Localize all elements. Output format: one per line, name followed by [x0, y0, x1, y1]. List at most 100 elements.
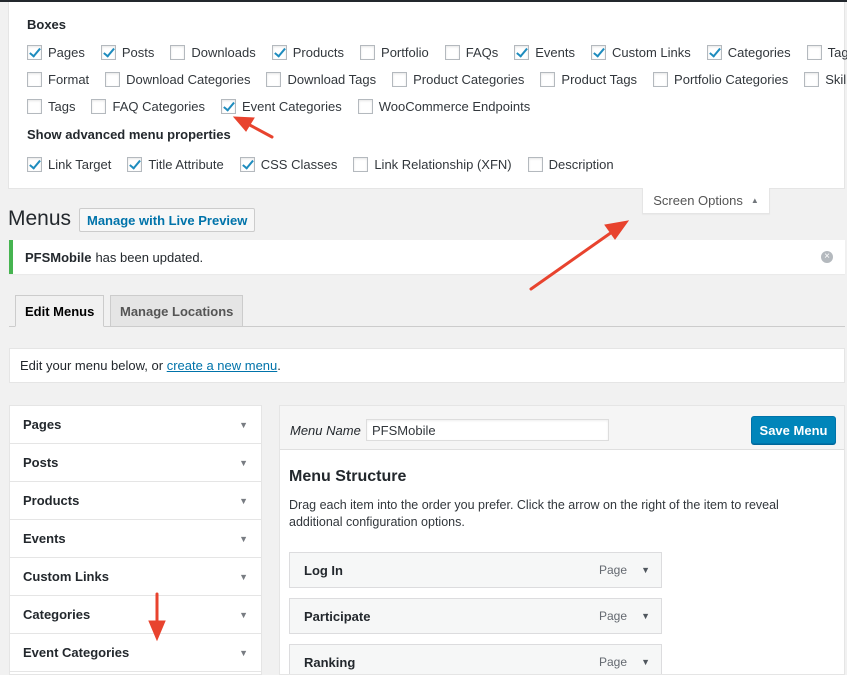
menu-editor-header: Menu Name PFSMobile Save Menu — [280, 406, 844, 450]
checkbox-product-categories[interactable] — [392, 72, 408, 87]
box-option-woocommerce-endpoints[interactable]: WooCommerce Endpoints — [357, 99, 530, 114]
checkbox-download-categories[interactable] — [105, 72, 121, 87]
box-option-custom-links[interactable]: Custom Links — [591, 45, 691, 60]
menu-editor: Menu Name PFSMobile Save Menu Menu Struc… — [279, 405, 845, 675]
caret-down-icon: ▼ — [239, 571, 248, 582]
accordion-pages[interactable]: Pages ▼ — [10, 406, 261, 444]
menu-structure-title: Menu Structure — [289, 468, 407, 485]
box-option-portfolio-categories[interactable]: Portfolio Categories — [653, 72, 788, 87]
add-menu-items-accordion: Pages ▼ Posts ▼ Products ▼ Events ▼ Custom L… — [9, 405, 262, 675]
screen-options-label: Screen Options — [653, 193, 743, 208]
adv-option-description[interactable]: Description — [527, 157, 614, 172]
caret-down-icon[interactable]: ▼ — [641, 611, 650, 621]
checkbox-categories[interactable] — [706, 45, 722, 60]
notice-message: has been updated. — [95, 249, 204, 265]
checkbox-product-tags[interactable] — [540, 72, 556, 87]
checkbox-tags-2[interactable] — [27, 99, 42, 114]
box-option-product-categories[interactable]: Product Categories — [392, 72, 524, 87]
box-option-format[interactable]: Format — [27, 72, 89, 87]
tab-manage-locations[interactable]: Manage Locations — [110, 295, 244, 327]
annotation-arrowhead-screen-options — [604, 220, 630, 240]
box-option-tags[interactable]: Tags — [806, 45, 847, 60]
checkbox-faq-categories[interactable] — [91, 99, 107, 114]
menu-name-label: Menu Name — [290, 423, 361, 438]
box-option-event-categories[interactable]: Event Categories — [220, 99, 342, 114]
box-option-portfolio[interactable]: Portfolio — [360, 45, 429, 60]
box-option-faqs[interactable]: FAQs — [444, 45, 498, 60]
caret-up-icon: ▲ — [750, 196, 759, 205]
checkbox-products[interactable] — [271, 45, 287, 60]
checkbox-tags[interactable] — [806, 45, 822, 60]
accordion-events[interactable]: Events ▼ — [10, 520, 261, 558]
accordion-custom-links[interactable]: Custom Links ▼ — [10, 558, 261, 596]
box-option-faq-categories[interactable]: FAQ Categories — [91, 99, 205, 114]
notice-menu-name: PFSMobile — [25, 249, 92, 265]
box-option-categories[interactable]: Categories — [706, 45, 791, 60]
checkbox-format[interactable] — [27, 72, 42, 87]
box-option-skills[interactable]: Skills — [804, 72, 847, 87]
caret-down-icon[interactable]: ▼ — [641, 657, 650, 667]
advanced-row: Link Target Title Attribute CSS Classes … — [27, 157, 630, 172]
box-option-download-tags[interactable]: Download Tags — [266, 72, 376, 87]
menu-name-input[interactable]: PFSMobile — [366, 419, 609, 441]
box-option-posts[interactable]: Posts — [100, 45, 154, 60]
checkbox-event-categories[interactable] — [220, 99, 236, 114]
screen-options-toggle[interactable]: Screen Options ▲ — [642, 188, 770, 214]
menu-item-title: Ranking — [304, 654, 356, 670]
checkbox-custom-links[interactable] — [591, 45, 606, 60]
adv-option-title-attribute[interactable]: Title Attribute — [127, 157, 224, 172]
caret-down-icon[interactable]: ▼ — [641, 565, 650, 575]
box-option-product-tags[interactable]: Product Tags — [540, 72, 637, 87]
box-option-events[interactable]: Events — [514, 45, 575, 60]
dismiss-icon[interactable]: × — [821, 251, 833, 263]
boxes-row-2: Format Download Categories Download Tags… — [27, 72, 847, 87]
tab-edit-menus[interactable]: Edit Menus — [15, 295, 105, 327]
checkbox-woocommerce-endpoints[interactable] — [357, 99, 373, 114]
checkbox-skills[interactable] — [804, 72, 820, 87]
page-title: Menus — [8, 207, 72, 230]
box-option-pages[interactable]: Pages — [27, 45, 85, 60]
save-menu-button[interactable]: Save Menu — [751, 416, 836, 444]
adv-option-link-target[interactable]: Link Target — [27, 157, 111, 172]
caret-down-icon: ▼ — [239, 647, 248, 658]
caret-down-icon: ▼ — [239, 419, 248, 430]
accordion-posts[interactable]: Posts ▼ — [10, 444, 261, 482]
adv-option-xfn[interactable]: Link Relationship (XFN) — [353, 157, 512, 172]
checkbox-description[interactable] — [527, 157, 543, 172]
accordion-products[interactable]: Products ▼ — [10, 482, 261, 520]
checkbox-events[interactable] — [514, 45, 530, 60]
updated-notice: PFSMobile has been updated. × — [9, 240, 845, 274]
checkbox-download-tags[interactable] — [266, 72, 282, 87]
checkbox-portfolio-categories[interactable] — [653, 72, 669, 87]
checkbox-pages[interactable] — [27, 45, 42, 60]
manage-text: Edit your menu below, or — [20, 358, 164, 373]
screen-options-panel: Boxes Pages Posts Downloads Products Por… — [8, 2, 847, 189]
box-option-downloads[interactable]: Downloads — [170, 45, 256, 60]
checkbox-link-target[interactable] — [27, 157, 42, 172]
checkbox-posts[interactable] — [100, 45, 116, 60]
manage-menus-box: Edit your menu below, or create a new me… — [9, 348, 845, 383]
checkbox-portfolio[interactable] — [360, 45, 376, 60]
box-option-products[interactable]: Products — [271, 45, 344, 60]
menu-item[interactable]: Ranking Page ▼ — [289, 644, 662, 674]
box-option-tags-2[interactable]: Tags — [27, 99, 75, 114]
caret-down-icon: ▼ — [239, 609, 248, 620]
accordion-event-categories[interactable]: Event Categories ▼ — [10, 634, 261, 672]
checkbox-faqs[interactable] — [444, 45, 460, 60]
menu-item[interactable]: Log In Page ▼ — [289, 552, 662, 588]
menu-item-title: Log In — [304, 562, 343, 578]
menu-item[interactable]: Participate Page ▼ — [289, 598, 662, 634]
caret-down-icon: ▼ — [239, 495, 248, 506]
adv-option-css-classes[interactable]: CSS Classes — [239, 157, 337, 172]
advanced-heading: Show advanced menu properties — [27, 127, 231, 142]
create-new-menu-link[interactable]: create a new menu — [167, 358, 278, 373]
checkbox-xfn[interactable] — [353, 157, 369, 172]
box-option-download-categories[interactable]: Download Categories — [105, 72, 250, 87]
checkbox-title-attribute[interactable] — [127, 157, 143, 172]
boxes-row-1: Pages Posts Downloads Products Portfolio… — [27, 45, 847, 60]
live-preview-button[interactable]: Manage with Live Preview — [79, 208, 256, 232]
checkbox-downloads[interactable] — [170, 45, 186, 60]
checkbox-css-classes[interactable] — [239, 157, 255, 172]
accordion-categories[interactable]: Categories ▼ — [10, 596, 261, 634]
menu-item-type: Page — [598, 655, 627, 669]
